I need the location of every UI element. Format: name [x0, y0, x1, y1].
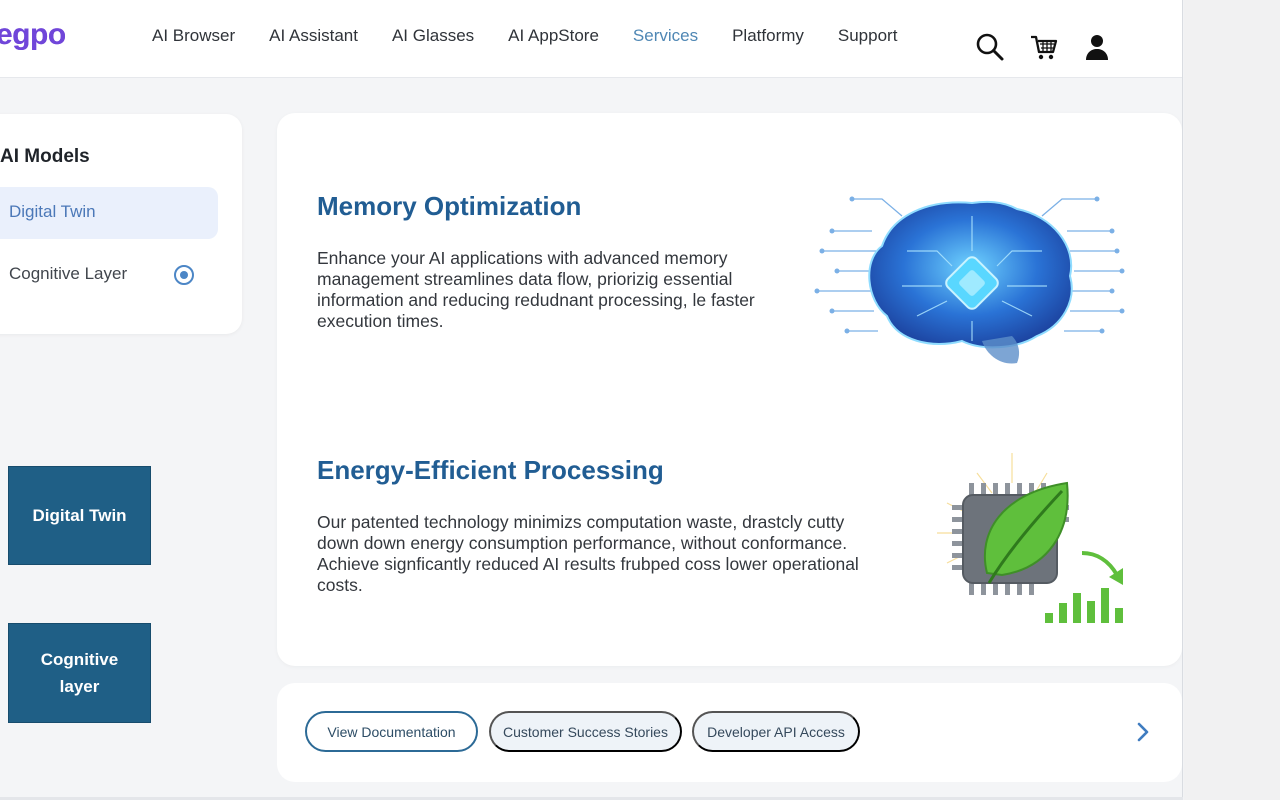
leaf-chip-icon	[927, 453, 1137, 633]
feature-description-energy: Our patented technology minimizs computa…	[317, 512, 859, 595]
view-documentation-button[interactable]: View Documentation	[305, 711, 478, 752]
nav-services[interactable]: Services	[633, 26, 698, 46]
feature-title-memory: Memory Optimization	[317, 191, 582, 221]
sidebar-item-digital-twin[interactable]: Digital Twin	[0, 187, 218, 239]
sidebar-title: AI Models	[0, 146, 90, 167]
main-nav: AI Browser AI Assistant AI Glasses AI Ap…	[152, 26, 931, 46]
tile-cognitive-layer[interactable]: Cognitive layer	[8, 623, 151, 723]
sidebar-item-label: Cognitive Layer	[9, 264, 128, 283]
nav-platformy[interactable]: Platformy	[732, 26, 804, 46]
chevron-right-icon[interactable]	[1133, 719, 1153, 745]
nav-ai-browser[interactable]: AI Browser	[152, 26, 235, 46]
feature-title-energy: Energy-Efficient Processing	[317, 455, 664, 485]
customer-success-stories-button[interactable]: Customer Success Stories	[489, 711, 682, 752]
nav-support[interactable]: Support	[838, 26, 898, 46]
sidebar-item-label: Digital Twin	[9, 202, 96, 221]
nav-ai-assistant[interactable]: AI Assistant	[269, 26, 358, 46]
tile-digital-twin[interactable]: Digital Twin	[8, 466, 151, 565]
outer-background	[1184, 0, 1280, 800]
nav-ai-appstore[interactable]: AI AppStore	[508, 26, 599, 46]
features-card: Memory Optimization Enhance your AI appl…	[277, 113, 1182, 666]
search-icon[interactable]	[975, 32, 1005, 62]
tile-label: Cognitive layer	[40, 650, 119, 696]
cart-icon[interactable]	[1029, 32, 1059, 62]
action-bar: View Documentation Customer Success Stor…	[277, 683, 1182, 782]
developer-api-access-button[interactable]: Developer API Access	[692, 711, 860, 752]
feature-description-memory: Enhance your AI applications with advanc…	[317, 248, 755, 331]
sidebar-item-cognitive-layer[interactable]: Cognitive Layer	[0, 249, 218, 301]
brain-circuit-icon	[812, 191, 1132, 371]
user-icon[interactable]	[1082, 32, 1112, 62]
nav-ai-glasses[interactable]: AI Glasses	[392, 26, 474, 46]
radio-selected-icon[interactable]	[174, 265, 194, 285]
page: egpo AI Browser AI Assistant AI Glasses …	[0, 0, 1183, 797]
logo[interactable]: egpo	[0, 18, 66, 52]
sidebar-card: AI Models Digital Twin Cognitive Layer	[0, 114, 242, 334]
top-navigation-bar: egpo AI Browser AI Assistant AI Glasses …	[0, 0, 1182, 78]
